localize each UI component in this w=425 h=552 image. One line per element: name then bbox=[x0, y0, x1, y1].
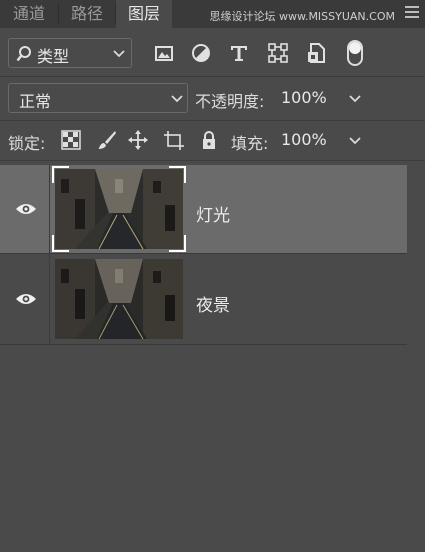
visibility-cell[interactable] bbox=[0, 254, 50, 344]
divider bbox=[0, 120, 425, 121]
visibility-cell[interactable] bbox=[0, 165, 50, 253]
opacity-field[interactable]: 100% bbox=[281, 85, 371, 111]
filter-kind-label: 类型 bbox=[37, 47, 70, 66]
fill-label: 填充: bbox=[231, 134, 269, 153]
panel-tab-bar: 通道 路径 图层 思缘设计论坛 www.MISSYUAN.COM bbox=[0, 0, 425, 28]
lock-transparent-pixels-icon[interactable] bbox=[61, 130, 81, 150]
tab-channels[interactable]: 通道 bbox=[0, 0, 58, 28]
lock-image-pixels-icon[interactable] bbox=[97, 130, 117, 150]
blend-mode-dropdown[interactable]: 正常 bbox=[8, 83, 188, 113]
eye-icon[interactable] bbox=[15, 292, 37, 306]
opacity-label: 不透明度: bbox=[195, 92, 265, 111]
image-filter-icon[interactable] bbox=[151, 40, 177, 66]
search-icon bbox=[16, 46, 31, 62]
panel-menu-icon[interactable] bbox=[405, 6, 419, 18]
layer-row[interactable]: 灯光 bbox=[0, 165, 407, 253]
type-filter-icon[interactable] bbox=[226, 40, 252, 66]
lock-position-icon[interactable] bbox=[128, 130, 148, 150]
layer-thumbnail[interactable] bbox=[55, 259, 183, 339]
smart-object-filter-icon[interactable] bbox=[303, 40, 329, 66]
watermark-text: 思缘设计论坛 www.MISSYUAN.COM bbox=[209, 10, 395, 23]
shape-filter-icon[interactable] bbox=[265, 40, 291, 66]
chevron-down-icon bbox=[171, 95, 183, 103]
layer-row[interactable]: 夜景 bbox=[0, 254, 407, 345]
divider bbox=[0, 160, 425, 161]
divider bbox=[0, 76, 425, 77]
toggle-knob bbox=[349, 42, 361, 54]
lock-all-icon[interactable] bbox=[199, 130, 219, 150]
layer-name[interactable]: 夜景 bbox=[196, 291, 230, 316]
chevron-down-icon bbox=[113, 50, 125, 58]
fill-field[interactable]: 100% bbox=[281, 127, 371, 153]
chevron-down-icon bbox=[349, 137, 361, 145]
tab-paths[interactable]: 路径 bbox=[59, 0, 115, 28]
lock-label: 锁定: bbox=[8, 134, 46, 153]
filter-toggle-switch[interactable] bbox=[347, 40, 363, 66]
selection-frame bbox=[52, 166, 186, 252]
layer-filter-dropdown[interactable]: 类型 bbox=[8, 38, 132, 68]
tab-layers[interactable]: 图层 bbox=[116, 0, 172, 28]
fill-value: 100% bbox=[281, 130, 327, 149]
chevron-down-icon bbox=[349, 95, 361, 103]
layers-panel: 通道 路径 图层 思缘设计论坛 www.MISSYUAN.COM 类型 正常 不… bbox=[0, 0, 425, 552]
lock-artboard-icon[interactable] bbox=[164, 130, 184, 150]
adjustment-filter-icon[interactable] bbox=[188, 40, 214, 66]
street-photo-thumbnail bbox=[55, 259, 183, 339]
layers-scrollbar[interactable] bbox=[407, 166, 425, 552]
layer-name[interactable]: 灯光 bbox=[196, 201, 230, 226]
opacity-value: 100% bbox=[281, 88, 327, 107]
eye-icon[interactable] bbox=[15, 202, 37, 216]
blend-mode-value: 正常 bbox=[19, 92, 52, 111]
